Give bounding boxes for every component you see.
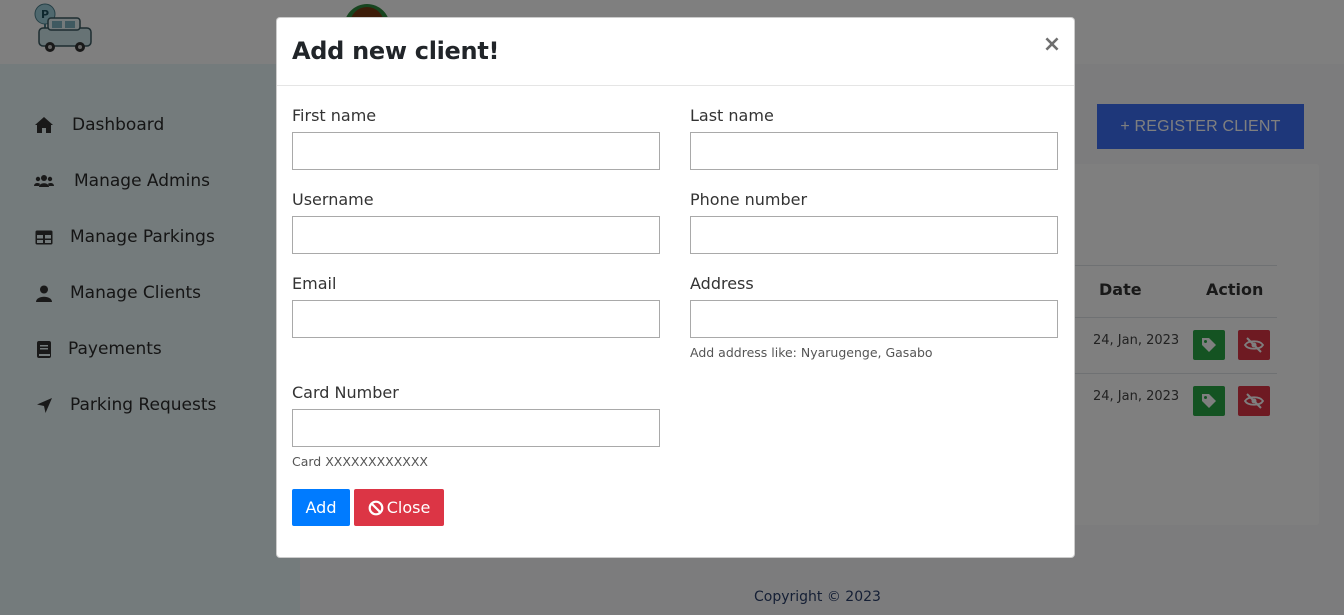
first-name-input[interactable] [292, 132, 660, 170]
phone-number-label: Phone number [690, 190, 808, 209]
card-number-input[interactable] [292, 409, 660, 447]
modal-title: Add new client! [292, 37, 500, 65]
add-client-modal: Add new client! × First name Last name U… [276, 17, 1075, 558]
card-number-label: Card Number [292, 383, 399, 402]
address-input[interactable] [690, 300, 1058, 338]
username-label: Username [292, 190, 374, 209]
first-name-label: First name [292, 106, 377, 125]
username-input[interactable] [292, 216, 660, 254]
last-name-input[interactable] [690, 132, 1058, 170]
phone-number-input[interactable] [690, 216, 1058, 254]
email-label: Email [292, 274, 337, 293]
card-number-help-text: Card XXXXXXXXXXXX [292, 454, 428, 469]
email-input[interactable] [292, 300, 660, 338]
close-button-label: Close [386, 498, 431, 517]
add-button[interactable]: Add [292, 489, 350, 526]
ban-icon [368, 500, 384, 516]
address-help-text: Add address like: Nyarugenge, Gasabo [690, 345, 933, 360]
close-button[interactable]: Close [354, 489, 444, 526]
modal-header: Add new client! × [277, 18, 1074, 86]
close-icon[interactable]: × [1042, 34, 1062, 56]
last-name-label: Last name [690, 106, 774, 125]
address-label: Address [690, 274, 754, 293]
